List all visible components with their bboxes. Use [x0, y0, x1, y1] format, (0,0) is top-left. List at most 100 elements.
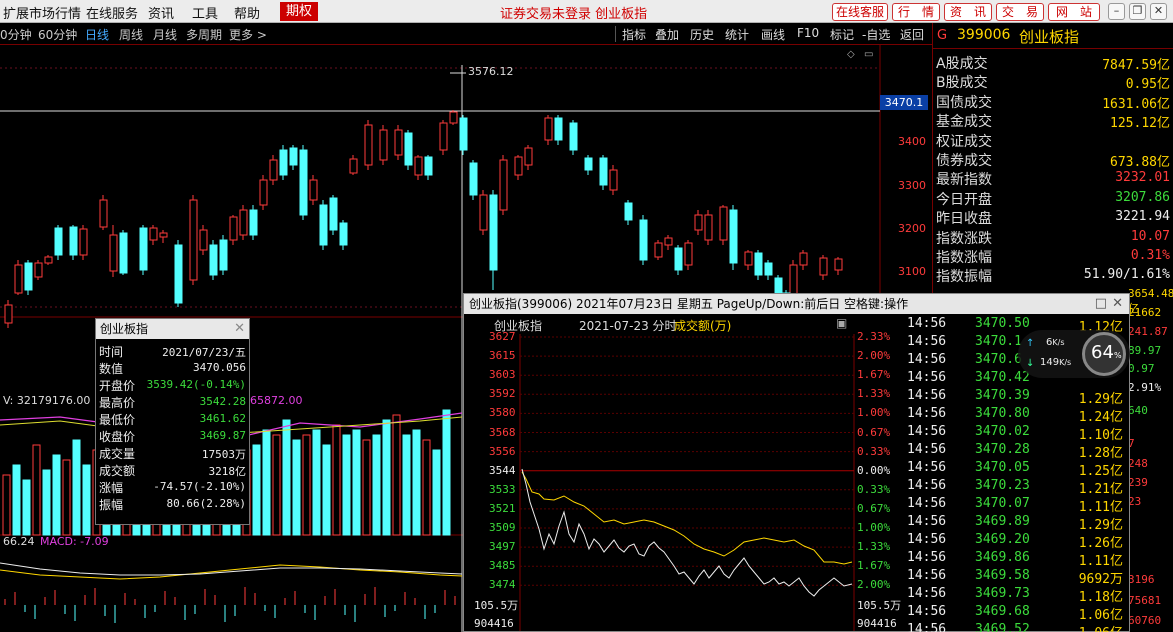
tick-time: 14:56 — [907, 460, 947, 475]
tool-mark[interactable]: 标记 — [830, 26, 854, 43]
tool-history[interactable]: 历史 — [690, 26, 714, 43]
cpu-percent-unit: % — [1114, 351, 1122, 360]
peek-value: 21662 — [1128, 306, 1162, 319]
tool-draw-line[interactable]: 画线 — [761, 26, 785, 43]
login-status: 证券交易未登录 创业板指 — [500, 7, 648, 22]
menu-news[interactable]: 资讯 — [148, 3, 174, 22]
index-stat-row: 指数振幅 51.90/1.61% — [933, 266, 1173, 285]
candle — [219, 235, 228, 275]
maximize-icon[interactable]: □ — [1095, 296, 1107, 311]
tick-time: 14:56 — [907, 352, 947, 367]
tick-row: 14:56 3469.20 1.26亿 — [905, 532, 1127, 551]
volume-bar — [62, 459, 71, 536]
candle — [339, 220, 348, 250]
index-stat-row: 基金成交 125.12亿 — [933, 111, 1173, 131]
tool-f10[interactable]: F10 — [797, 26, 819, 40]
period-30min[interactable]: 0分钟 — [0, 26, 32, 43]
tick-volume: 1.21亿 — [1078, 482, 1123, 497]
period-monthly[interactable]: 月线 — [153, 26, 177, 43]
index-stat-label: 指数振幅 — [936, 269, 992, 286]
intraday-avg-line — [521, 471, 853, 565]
candle — [554, 115, 563, 145]
candle — [469, 160, 478, 200]
tick-time: 14:56 — [907, 370, 947, 385]
intraday-right-tick: 0.00% — [857, 463, 891, 477]
index-stat-row: A股成交 7847.59亿 — [933, 53, 1173, 73]
trade-button[interactable]: 交 易 — [996, 3, 1044, 21]
expand-icon[interactable]: ▣ — [836, 316, 847, 330]
candle-info-panel: 创业板指 ✕ 时间 2021/07/23/五 数值 3470.056 开盘价 3539.4… — [95, 318, 250, 525]
intraday-left-tick: 105.5万 — [474, 599, 519, 613]
intraday-chart[interactable] — [464, 334, 904, 631]
index-stat-value: 673.88亿 — [1110, 155, 1170, 170]
info-label: 时间 — [99, 345, 124, 359]
candle — [569, 120, 578, 155]
period-daily[interactable]: 日线 — [85, 26, 109, 43]
index-stat-label: 权证成交 — [936, 133, 992, 150]
tick-price: 3469.68 — [975, 604, 1030, 619]
menu-extended-market[interactable]: 扩展市场行情 — [3, 3, 81, 22]
menu-options[interactable]: 期权 — [280, 2, 319, 21]
group-icon: G — [937, 28, 948, 43]
volume-bar — [52, 454, 61, 536]
volume-bar — [272, 434, 281, 536]
tick-time: 14:56 — [907, 334, 947, 349]
news-button[interactable]: 资 讯 — [944, 3, 992, 21]
tool-overlay[interactable]: 叠加 — [655, 26, 679, 43]
tick-row: 14:56 3469.73 1.18亿 — [905, 586, 1127, 605]
period-60min[interactable]: 60分钟 — [38, 26, 77, 43]
candle — [14, 260, 23, 295]
tick-volume: 1.29亿 — [1078, 518, 1123, 533]
online-support-button[interactable]: 在线客服 — [832, 3, 888, 21]
high-price-label: 3576.12 — [468, 65, 514, 78]
volume-bar — [252, 444, 261, 536]
index-stat-label: 今日开盘 — [936, 191, 992, 208]
tick-price: 3470.05 — [975, 460, 1030, 475]
tick-price: 3470.50 — [975, 316, 1030, 331]
tool-statistics[interactable]: 统计 — [725, 26, 749, 43]
minimize-icon[interactable]: – — [1108, 3, 1125, 20]
intraday-left-tick: 3533 — [489, 482, 516, 496]
tick-time: 14:56 — [907, 388, 947, 403]
candle — [489, 190, 498, 290]
candle — [394, 125, 403, 160]
info-label: 成交量 — [99, 447, 136, 461]
period-more[interactable]: 更多 > — [229, 26, 267, 43]
tool-watchlist[interactable]: -自选 — [862, 26, 890, 43]
close-icon[interactable]: ✕ — [1112, 296, 1123, 311]
tick-volume: 1.18亿 — [1078, 590, 1123, 605]
quotes-button[interactable]: 行 情 — [892, 3, 940, 21]
candle — [729, 205, 738, 270]
candle — [209, 240, 218, 280]
candle — [674, 245, 683, 275]
peek-value: 239 — [1128, 476, 1148, 489]
tool-indicator[interactable]: 指标 — [622, 26, 646, 43]
index-stat-value: 51.90/1.61% — [1083, 267, 1170, 283]
tick-row: 14:56 3470.05 1.25亿 — [905, 460, 1127, 479]
period-multi[interactable]: 多周期 — [186, 26, 222, 43]
close-icon[interactable]: ✕ — [234, 321, 245, 336]
chart-diamond-icon[interactable]: ◇ — [847, 49, 855, 60]
menu-help[interactable]: 帮助 — [234, 3, 260, 22]
volume-bar — [332, 424, 341, 536]
period-weekly[interactable]: 周线 — [119, 26, 143, 43]
close-icon[interactable]: ✕ — [1150, 3, 1167, 20]
candle — [584, 155, 593, 175]
website-button[interactable]: 网 站 — [1048, 3, 1100, 21]
tick-time: 14:56 — [907, 550, 947, 565]
restore-icon[interactable]: ❐ — [1129, 3, 1146, 20]
candle — [299, 145, 308, 220]
candle — [149, 225, 158, 245]
tool-back[interactable]: 返回 — [900, 26, 924, 43]
tick-row: 14:56 3469.86 1.11亿 — [905, 550, 1127, 569]
menu-online-service[interactable]: 在线服务 — [86, 3, 138, 22]
chart-collapse-icon[interactable]: ▭ — [864, 49, 873, 60]
candle — [99, 195, 108, 230]
tick-price: 3469.86 — [975, 550, 1030, 565]
intraday-left-tick: 3568 — [489, 425, 516, 439]
menu-tools[interactable]: 工具 — [192, 3, 218, 22]
upload-speed: 6K/s — [1046, 337, 1065, 348]
candle — [259, 175, 268, 210]
tick-volume: 1.11亿 — [1078, 554, 1123, 569]
network-speed-widget[interactable]: ↑ 6K/s ↓ 149K/s 64 % — [1018, 330, 1130, 378]
